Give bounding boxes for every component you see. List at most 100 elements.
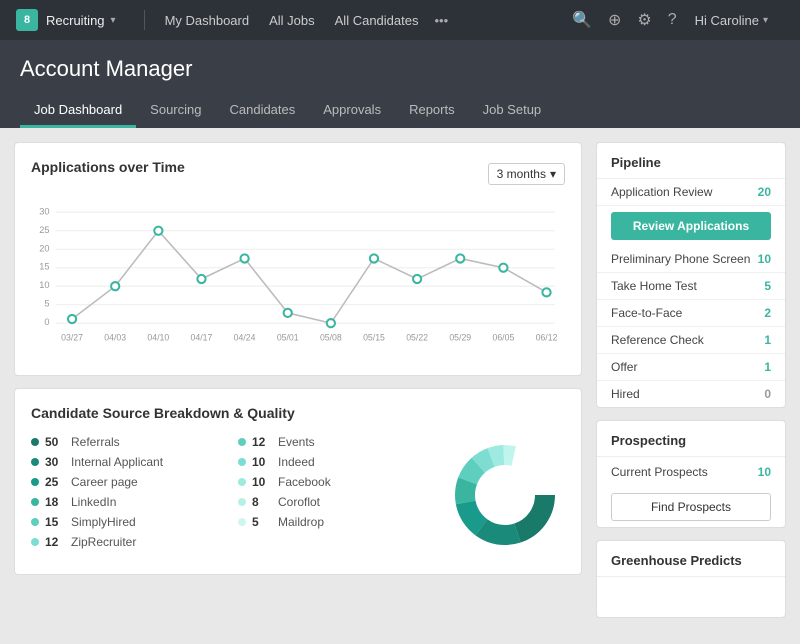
tab-bar: Job Dashboard Sourcing Candidates Approv… [20,94,780,128]
source-count: 10 [252,455,272,469]
nav-brand[interactable]: Recruiting [46,13,105,28]
nav-divider [144,10,145,30]
left-panel: Applications over Time 3 months ▾ 30 25 … [14,142,582,630]
source-count: 5 [252,515,272,529]
svg-text:25: 25 [39,225,49,235]
help-icon[interactable]: ? [668,11,677,29]
svg-text:04/10: 04/10 [147,333,169,343]
pipeline-section: Pipeline Application Review 20 Review Ap… [596,142,786,408]
source-dot [31,498,39,506]
source-count: 10 [252,475,272,489]
pipeline-item-hired: Hired 0 [597,381,785,407]
pipeline-item-application-review: Application Review 20 [597,179,785,206]
pipeline-item-label: Take Home Test [611,279,697,293]
source-label: LinkedIn [71,495,116,509]
source-dot [238,438,246,446]
list-item: 12 Events [238,435,425,449]
nav-more[interactable]: ••• [434,13,448,28]
pipeline-item-count: 20 [758,185,771,199]
time-selector[interactable]: 3 months ▾ [488,163,565,185]
pipeline-item-label: Offer [611,360,637,374]
review-applications-button[interactable]: Review Applications [611,212,771,240]
tab-job-setup[interactable]: Job Setup [469,94,556,128]
applications-chart-card: Applications over Time 3 months ▾ 30 25 … [14,142,582,376]
tab-reports[interactable]: Reports [395,94,469,128]
chart-svg: 30 25 20 15 10 5 0 [31,199,565,359]
pipeline-item-reference-check: Reference Check 1 [597,327,785,354]
source-label: ZipRecruiter [71,535,136,549]
pipeline-item-label: Application Review [611,185,712,199]
pipeline-item-count: 0 [764,387,771,401]
prospecting-title: Prospecting [597,421,785,457]
svg-text:20: 20 [39,243,49,253]
list-item: 50 Referrals [31,435,218,449]
current-prospects-count: 10 [758,465,771,479]
source-count: 30 [45,455,65,469]
pipeline-item-label: Preliminary Phone Screen [611,252,750,266]
svg-text:10: 10 [39,280,49,290]
source-breakdown-title: Candidate Source Breakdown & Quality [31,405,565,421]
pipeline-item-phone-screen: Preliminary Phone Screen 10 [597,246,785,273]
settings-icon[interactable]: ⚙ [637,10,651,30]
source-count: 15 [45,515,65,529]
nav-dropdown-chevron[interactable]: ▾ [111,15,116,26]
current-prospects-label: Current Prospects [611,465,708,479]
svg-text:03/27: 03/27 [61,333,83,343]
svg-text:05/29: 05/29 [449,333,471,343]
greenhouse-predicts-section: Greenhouse Predicts [596,540,786,618]
svg-text:05/01: 05/01 [277,333,299,343]
svg-text:30: 30 [39,206,49,216]
source-count: 50 [45,435,65,449]
greenhouse-predicts-title: Greenhouse Predicts [597,541,785,577]
top-nav: 8 Recruiting ▾ My Dashboard All Jobs All… [0,0,800,40]
pipeline-item-take-home: Take Home Test 5 [597,273,785,300]
nav-logo: 8 [16,9,38,31]
svg-text:05/22: 05/22 [406,333,428,343]
source-dot [31,538,39,546]
current-prospects-row: Current Prospects 10 [597,457,785,487]
tab-approvals[interactable]: Approvals [309,94,395,128]
pipeline-item-label: Face-to-Face [611,306,682,320]
source-dot [31,458,39,466]
svg-text:06/12: 06/12 [536,333,558,343]
pipeline-item-face-to-face: Face-to-Face 2 [597,300,785,327]
find-prospects-button[interactable]: Find Prospects [611,493,771,521]
nav-my-dashboard[interactable]: My Dashboard [157,13,258,28]
chart-title: Applications over Time [31,159,185,175]
nav-all-jobs[interactable]: All Jobs [261,13,323,28]
tab-sourcing[interactable]: Sourcing [136,94,215,128]
list-item: 5 Maildrop [238,515,425,529]
page-title: Account Manager [20,56,780,82]
source-label: Internal Applicant [71,455,163,469]
add-icon[interactable]: ⊕ [608,10,621,30]
source-count: 12 [252,435,272,449]
pipeline-item-count: 2 [764,306,771,320]
svg-text:04/24: 04/24 [234,333,256,343]
source-grid: 50 Referrals 30 Internal Applicant 25 Ca… [31,435,565,558]
right-panel: Pipeline Application Review 20 Review Ap… [596,142,786,630]
list-item: 25 Career page [31,475,218,489]
pipeline-item-label: Hired [611,387,640,401]
page-header: Account Manager Job Dashboard Sourcing C… [0,40,800,128]
source-count: 12 [45,535,65,549]
nav-all-candidates[interactable]: All Candidates [327,13,427,28]
source-dot [238,498,246,506]
donut-chart [445,435,565,558]
source-label: Career page [71,475,138,489]
list-item: 30 Internal Applicant [31,455,218,469]
user-dropdown-chevron[interactable]: ▾ [763,15,768,26]
pipeline-item-label: Reference Check [611,333,704,347]
tab-candidates[interactable]: Candidates [215,94,309,128]
pipeline-item-count: 1 [764,333,771,347]
search-icon[interactable]: 🔍 [572,10,592,30]
tab-job-dashboard[interactable]: Job Dashboard [20,94,136,128]
user-greeting[interactable]: Hi Caroline [695,13,759,28]
source-label: SimplyHired [71,515,136,529]
list-item: 18 LinkedIn [31,495,218,509]
source-count: 8 [252,495,272,509]
source-left: 50 Referrals 30 Internal Applicant 25 Ca… [31,435,218,558]
source-dot [31,438,39,446]
svg-text:06/05: 06/05 [492,333,514,343]
svg-text:15: 15 [39,262,49,272]
main-content: Applications over Time 3 months ▾ 30 25 … [0,128,800,644]
